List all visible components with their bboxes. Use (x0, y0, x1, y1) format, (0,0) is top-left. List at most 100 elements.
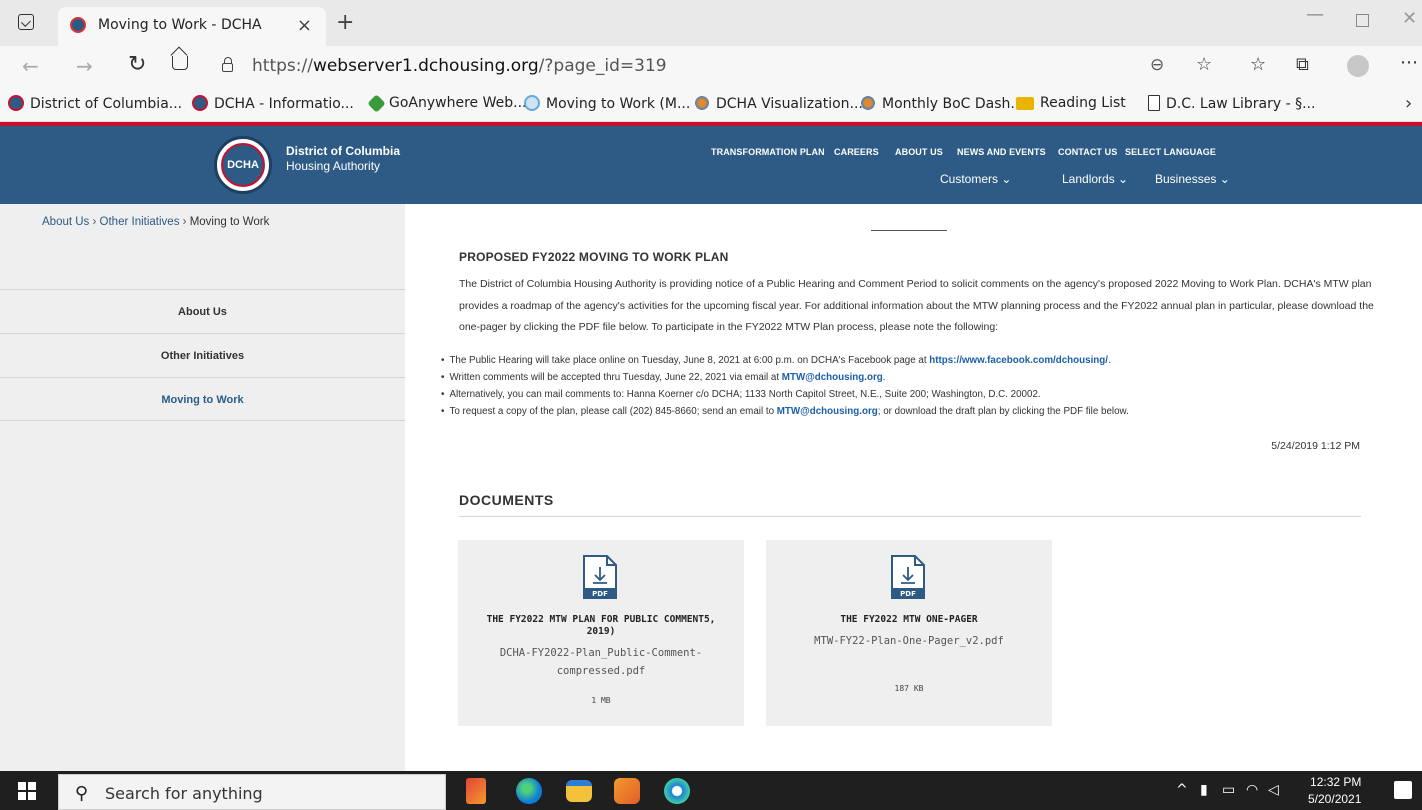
svg-text:PDF: PDF (900, 590, 916, 598)
site-header: DCHA District of Columbia Housing Author… (0, 126, 1422, 204)
favorite-item[interactable]: Monthly BoC Dash... (860, 95, 1024, 112)
org-name[interactable]: District of Columbia Housing Authority (286, 144, 400, 174)
folder-icon (1016, 97, 1034, 110)
url-field[interactable]: https://webserver1.dchousing.org/?page_i… (252, 56, 667, 76)
org-name-line1: District of Columbia (286, 144, 401, 158)
clock-date: 5/20/2021 (1308, 792, 1362, 806)
battery-icon[interactable]: ▭ (1222, 782, 1235, 798)
email-link[interactable]: MTW@dchousing.org (777, 406, 878, 417)
org-name-line2: Housing Authority (286, 159, 381, 173)
nav-transformation-plan[interactable]: TRANSFORMATION PLAN (711, 147, 825, 157)
breadcrumb-current: Moving to Work (189, 216, 270, 228)
address-bar: ← → ↻ https://webserver1.dchousing.org/?… (0, 46, 1422, 88)
dcha-logo[interactable]: DCHA (214, 136, 272, 194)
favorite-item[interactable]: GoAnywhere Web... (367, 94, 526, 113)
file-explorer-icon[interactable] (566, 780, 592, 802)
document-card[interactable]: PDF THE FY2022 MTW ONE-PAGER MTW-FY22-Pl… (766, 540, 1052, 726)
post-timestamp: 5/24/2019 1:12 PM (1271, 440, 1360, 452)
document-card[interactable]: PDF THE FY2022 MTW PLAN FOR PUBLIC COMME… (458, 540, 744, 726)
tab-close-button[interactable]: × (297, 15, 312, 36)
restore-button[interactable] (1356, 14, 1369, 27)
sidebar-item-other-initiatives[interactable]: Other Initiatives (0, 333, 405, 377)
back-arrow-icon[interactable]: ← (22, 54, 39, 78)
sidebar-item-moving-to-work[interactable]: Moving to Work (0, 377, 405, 421)
pdf-file-icon: PDF (891, 555, 925, 599)
chevron-up-icon[interactable]: ^ (1176, 782, 1188, 798)
tableau-icon (860, 95, 876, 111)
browser-tab-active[interactable]: Moving to Work - DCHA × (58, 7, 326, 46)
section-divider (871, 230, 947, 231)
tab-actions-icon[interactable] (18, 14, 34, 30)
nav-landlords-dropdown[interactable]: Landlords ⌄ (1062, 172, 1128, 186)
breadcrumb: About Us › Other Initiatives › Moving to… (42, 216, 269, 228)
outlook-icon[interactable] (614, 778, 640, 804)
taskbar-search-input[interactable]: ⚲ Search for anything (58, 774, 446, 810)
collections-icon[interactable]: ⧉ (1296, 54, 1309, 75)
new-tab-button[interactable]: + (336, 10, 354, 35)
profile-avatar-icon[interactable] (1347, 55, 1369, 77)
breadcrumb-separator: › (89, 216, 100, 228)
nav-about-us[interactable]: ABOUT US (895, 147, 943, 157)
pdf-file-icon: PDF (583, 555, 617, 599)
nav-customers-dropdown[interactable]: Customers ⌄ (940, 172, 1011, 186)
volume-icon[interactable]: ◁ (1268, 782, 1279, 798)
document-filename: MTW-FY22-Plan-One-Pager_v2.pdf (814, 635, 1004, 647)
forward-arrow-icon[interactable]: → (76, 54, 93, 78)
lock-icon[interactable] (222, 57, 233, 72)
page-icon (1148, 95, 1160, 111)
dcha-favicon-icon (192, 95, 208, 111)
nav-careers[interactable]: CAREERS (834, 147, 879, 157)
clock-time: 12:32 PM (1310, 775, 1362, 789)
email-link[interactable]: MTW@dchousing.org (782, 372, 883, 383)
documents-divider (459, 516, 1361, 517)
mtw-favicon-icon (524, 95, 540, 111)
app-pin-icon[interactable] (466, 778, 486, 804)
favorites-icon[interactable]: ☆ (1250, 54, 1266, 75)
favorite-item[interactable]: D.C. Law Library - §... (1148, 95, 1315, 112)
chevron-right-icon[interactable]: › (1405, 93, 1412, 114)
minimize-button[interactable]: — (1306, 4, 1324, 25)
refresh-icon[interactable]: ↻ (128, 52, 146, 77)
notification-center-icon[interactable] (1394, 781, 1412, 799)
document-size: 1 MB (591, 696, 611, 705)
search-placeholder: Search for anything (105, 784, 263, 803)
dcha-favicon-icon (8, 95, 24, 111)
favorite-item[interactable]: District of Columbia... (8, 95, 182, 112)
favorite-item[interactable]: DCHA - Informatio... (192, 95, 354, 112)
nav-contact-us[interactable]: CONTACT US (1058, 147, 1117, 157)
wifi-icon[interactable]: ◠ (1246, 782, 1258, 798)
home-icon[interactable] (172, 56, 188, 70)
notice-list: The Public Hearing will take place onlin… (441, 352, 1391, 420)
favorites-bar: District of Columbia... DCHA - Informati… (0, 88, 1422, 122)
favorite-item[interactable]: Moving to Work (M... (524, 95, 690, 112)
document-size: 187 KB (894, 684, 924, 693)
windows-start-icon[interactable] (18, 782, 36, 800)
dcha-favicon-icon (70, 17, 86, 33)
list-item: Alternatively, you can mail comments to:… (441, 386, 1391, 403)
system-clock[interactable]: 12:32 PM 5/20/2021 (1308, 774, 1361, 808)
more-menu-icon[interactable]: ⋯ (1400, 52, 1418, 73)
breadcrumb-about-us[interactable]: About Us (42, 216, 89, 228)
favorite-item[interactable]: Reading List (1016, 95, 1126, 111)
edge-browser-icon[interactable] (516, 778, 542, 804)
add-favorite-icon[interactable]: ☆ (1196, 54, 1212, 75)
goanywhere-icon (367, 94, 386, 113)
nav-businesses-dropdown[interactable]: Businesses ⌄ (1155, 172, 1230, 186)
app-circle-icon[interactable] (664, 778, 690, 804)
window-close-button[interactable]: ✕ (1402, 8, 1417, 29)
document-title: THE FY2022 MTW PLAN FOR PUBLIC COMMENT5,… (486, 614, 716, 637)
tableau-icon (694, 95, 710, 111)
list-item: To request a copy of the plan, please ca… (441, 403, 1391, 420)
zoom-out-icon[interactable]: ⊖ (1150, 55, 1164, 75)
logo-text: DCHA (221, 143, 265, 187)
microphone-icon[interactable]: ▮ (1200, 782, 1208, 798)
nav-select-language[interactable]: SELECT LANGUAGE (1125, 147, 1216, 157)
breadcrumb-other-initiatives[interactable]: Other Initiatives (100, 216, 180, 228)
document-title: THE FY2022 MTW ONE-PAGER (840, 614, 978, 625)
facebook-link[interactable]: https://www.facebook.com/dchousing/ (929, 355, 1108, 366)
list-item: The Public Hearing will take place onlin… (441, 352, 1391, 369)
favorite-item[interactable]: DCHA Visualization... (694, 95, 863, 112)
sidebar-item-about-us[interactable]: About Us (0, 289, 405, 333)
search-icon: ⚲ (75, 783, 89, 804)
nav-news-and-events[interactable]: NEWS AND EVENTS (957, 147, 1046, 157)
